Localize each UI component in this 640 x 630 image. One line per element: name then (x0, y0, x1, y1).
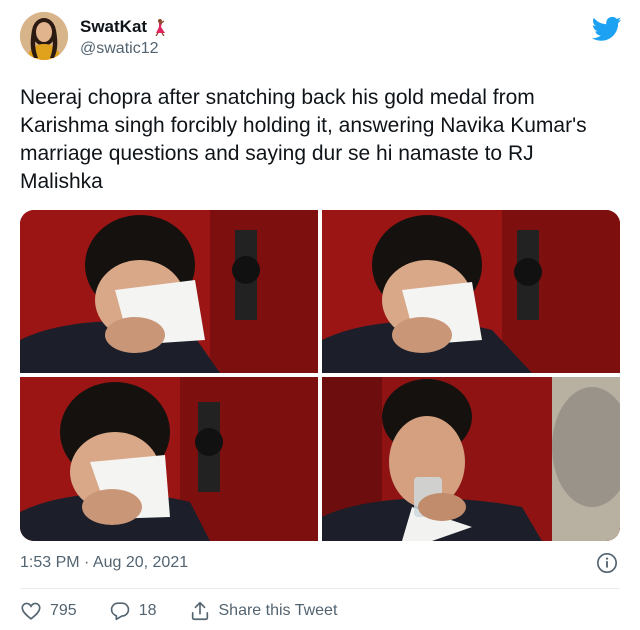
avatar-image (20, 12, 68, 60)
action-bar: 795 18 Share this Tweet (20, 598, 369, 624)
media-grid[interactable] (20, 210, 620, 541)
divider (20, 588, 620, 589)
tweet-timestamp[interactable]: 1:53 PM · Aug 20, 2021 (20, 554, 188, 572)
twitter-bird-icon[interactable] (592, 14, 622, 44)
like-count: 795 (50, 602, 77, 619)
heart-icon (21, 602, 41, 620)
share-button[interactable]: Share this Tweet (189, 600, 338, 622)
reply-bubble-icon (110, 602, 129, 621)
man-drinking-water-image (322, 377, 620, 541)
media-image-3[interactable] (20, 377, 318, 541)
avatar[interactable] (20, 12, 68, 60)
reply-button[interactable]: 18 (109, 600, 157, 622)
display-name[interactable]: SwatKat (80, 17, 147, 37)
like-button[interactable]: 795 (20, 600, 77, 622)
user-handle[interactable]: @swatic12 (80, 40, 168, 58)
man-covering-face-image (20, 210, 318, 373)
share-label: Share this Tweet (218, 602, 338, 619)
man-covering-face-image (20, 377, 318, 541)
user-info[interactable]: SwatKat @swatic12 (80, 17, 168, 58)
reply-count: 18 (138, 602, 157, 619)
man-covering-face-image (322, 210, 620, 373)
media-image-1[interactable] (20, 210, 318, 373)
dancer-emoji-icon (155, 19, 166, 36)
info-icon[interactable] (596, 552, 618, 574)
media-image-4[interactable] (322, 377, 620, 541)
tweet-card: SwatKat @swatic12 Neeraj chopra after sn… (0, 0, 640, 630)
share-icon (191, 601, 208, 621)
media-image-2[interactable] (322, 210, 620, 373)
tweet-text: Neeraj chopra after snatching back his g… (20, 86, 587, 193)
